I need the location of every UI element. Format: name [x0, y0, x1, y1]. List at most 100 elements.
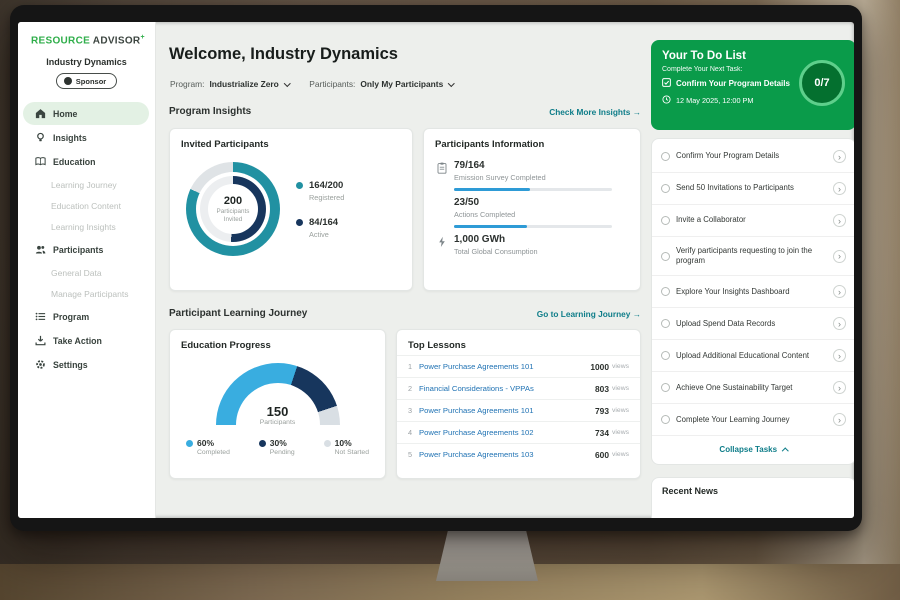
sidebar-item-manage-participants[interactable]: Manage Participants — [18, 283, 155, 304]
stat-actions-completed: 23/50 Actions Completed — [424, 191, 640, 228]
donut-center: 200 Participants Invited — [186, 162, 280, 256]
donut-legend: 164/200 Registered 84/164 Active — [296, 180, 344, 256]
progress-bar — [454, 188, 612, 191]
collapse-tasks-link[interactable]: Collapse Tasks — [652, 436, 854, 462]
chevron-right-icon[interactable]: › — [833, 381, 846, 394]
todo-checkbox[interactable] — [661, 252, 670, 261]
lesson-row[interactable]: 5 Power Purchase Agreements 103 600views — [397, 443, 640, 465]
lesson-link[interactable]: Financial Considerations - VPPAs — [419, 384, 595, 393]
lesson-row[interactable]: 4 Power Purchase Agreements 102 734views — [397, 421, 640, 443]
lesson-row[interactable]: 2 Financial Considerations - VPPAs 803vi… — [397, 377, 640, 399]
chevron-right-icon[interactable]: › — [833, 182, 846, 195]
todo-item[interactable]: Complete Your Learning Journey › — [652, 404, 854, 436]
sidebar-item-label: Participants — [53, 245, 103, 255]
lesson-link[interactable]: Power Purchase Agreements 101 — [419, 406, 595, 415]
gauge-center-value: 150 — [216, 404, 340, 419]
survey-icon — [436, 162, 447, 191]
participants-filter-dropdown[interactable]: Only My Participants — [360, 79, 453, 89]
sponsor-badge: Sponsor — [56, 73, 117, 89]
program-filter-dropdown[interactable]: Industrialize Zero — [209, 79, 289, 89]
todo-item[interactable]: Verify participants requesting to join t… — [652, 237, 854, 276]
recent-news-title: Recent News — [652, 478, 854, 504]
chevron-right-icon[interactable]: › — [833, 413, 846, 426]
sponsor-label: Sponsor — [76, 77, 106, 86]
chevron-up-icon — [782, 448, 788, 454]
logo-text-advisor: ADVISOR — [93, 35, 141, 46]
todo-header-card: Your To Do List Complete Your Next Task:… — [651, 40, 854, 130]
sidebar-item-general-data[interactable]: General Data — [18, 262, 155, 283]
sidebar-item-participants[interactable]: Participants — [23, 238, 149, 261]
sidebar-item-education-content[interactable]: Education Content — [18, 195, 155, 216]
todo-checkbox[interactable] — [661, 152, 670, 161]
lesson-row[interactable]: 3 Power Purchase Agreements 101 793views — [397, 399, 640, 421]
lesson-link[interactable]: Power Purchase Agreements 102 — [419, 428, 595, 437]
todo-item[interactable]: Upload Additional Educational Content › — [652, 340, 854, 372]
sidebar-item-settings[interactable]: Settings — [23, 353, 149, 376]
legend-dot — [296, 182, 303, 189]
stat-value: 79/164 — [454, 160, 612, 171]
bulb-icon — [35, 132, 46, 143]
clock-icon — [662, 95, 671, 106]
todo-item[interactable]: Confirm Your Program Details › — [652, 141, 854, 173]
todo-checkbox[interactable] — [661, 287, 670, 296]
sidebar-item-label: Insights — [53, 133, 87, 143]
todo-item[interactable]: Invite a Collaborator › — [652, 205, 854, 237]
todo-item[interactable]: Send 50 Invitations to Participants › — [652, 173, 854, 205]
participants-information-card: Participants Information 79/164 Emission… — [423, 128, 641, 291]
section-title: Participant Learning Journey — [169, 308, 307, 319]
section-title: Program Insights — [169, 106, 251, 117]
todo-item[interactable]: Upload Spend Data Records › — [652, 308, 854, 340]
chevron-down-icon — [448, 80, 454, 86]
stat-value: 1,000 GWh — [454, 234, 538, 245]
logo-text-resource: RESOURCE — [31, 35, 90, 46]
chevron-right-icon[interactable]: › — [833, 250, 846, 263]
todo-checkbox[interactable] — [661, 383, 670, 392]
monitor-stand — [436, 529, 538, 581]
check-more-insights-link[interactable]: Check More Insights → — [549, 107, 641, 117]
sidebar-item-learning-insights[interactable]: Learning Insights — [18, 216, 155, 237]
todo-item[interactable]: Explore Your Insights Dashboard › — [652, 276, 854, 308]
arrow-right-icon: → — [633, 309, 641, 319]
lesson-link[interactable]: Power Purchase Agreements 101 — [419, 362, 590, 371]
chevron-right-icon[interactable]: › — [833, 150, 846, 163]
invited-participants-body: 200 Participants Invited 164/200 Registe… — [170, 154, 412, 256]
todo-checkbox[interactable] — [661, 319, 670, 328]
donut-center-label: Participants Invited — [211, 208, 255, 224]
chevron-right-icon[interactable]: › — [833, 285, 846, 298]
arrow-right-icon: → — [633, 107, 641, 117]
todo-item[interactable]: Achieve One Sustainability Target › — [652, 372, 854, 404]
go-to-learning-journey-link[interactable]: Go to Learning Journey → — [537, 309, 641, 319]
logo-plus: + — [140, 34, 144, 41]
people-icon — [35, 244, 46, 255]
sidebar-item-home[interactable]: Home — [23, 102, 149, 125]
list-icon — [35, 311, 46, 322]
gauge-legend: 60% Completed 30% Pending 10% Not Starte… — [170, 438, 385, 456]
legend-item-active: 84/164 Active — [296, 217, 344, 239]
card-title: Education Progress — [170, 330, 385, 355]
card-title: Participants Information — [424, 129, 640, 154]
page-title: Welcome, Industry Dynamics — [169, 45, 398, 64]
todo-next-task[interactable]: Confirm Your Program Details — [662, 78, 790, 89]
sidebar-item-education[interactable]: Education — [23, 150, 149, 173]
app-logo: RESOURCE ADVISOR+ — [18, 22, 155, 46]
sidebar-item-insights[interactable]: Insights — [23, 126, 149, 149]
sponsor-icon — [64, 77, 72, 85]
todo-checkbox[interactable] — [661, 184, 670, 193]
sidebar-item-program[interactable]: Program — [23, 305, 149, 328]
chevron-down-icon — [284, 80, 290, 86]
chevron-right-icon[interactable]: › — [833, 349, 846, 362]
sidebar-item-take-action[interactable]: Take Action — [23, 329, 149, 352]
lesson-row[interactable]: 1 Power Purchase Agreements 101 1000view… — [397, 355, 640, 377]
todo-checkbox[interactable] — [661, 415, 670, 424]
chevron-right-icon[interactable]: › — [833, 214, 846, 227]
download-icon — [35, 335, 46, 346]
todo-checkbox[interactable] — [661, 351, 670, 360]
org-name: Industry Dynamics — [18, 57, 155, 67]
lesson-link[interactable]: Power Purchase Agreements 103 — [419, 450, 595, 459]
chevron-right-icon[interactable]: › — [833, 317, 846, 330]
gauge-center: 150 Participants — [216, 404, 340, 425]
spacer-icon — [436, 199, 447, 228]
todo-checkbox[interactable] — [661, 216, 670, 225]
legend-dot — [186, 440, 193, 447]
sidebar-item-learning-journey[interactable]: Learning Journey — [18, 174, 155, 195]
